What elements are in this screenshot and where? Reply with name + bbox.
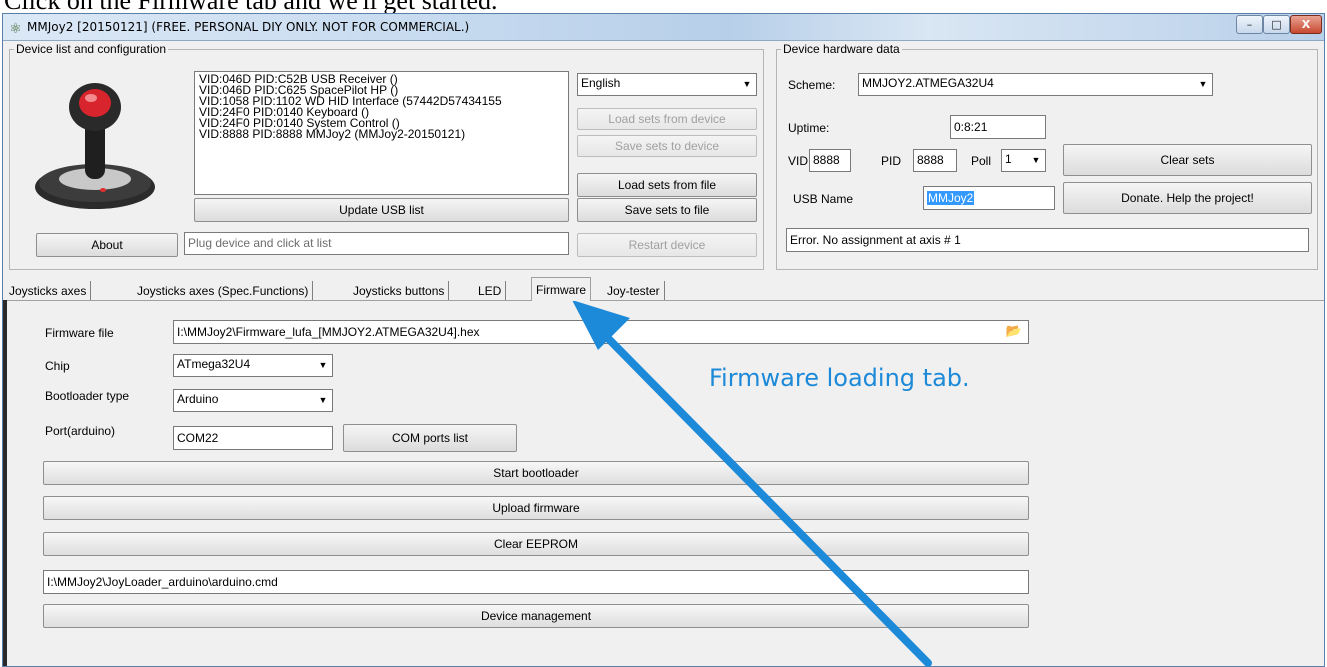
firmware-file-field[interactable]: I:\MMJoy2\Firmware_lufa_[MMJOY2.ATMEGA32…: [173, 320, 1029, 344]
firmware-file-value: I:\MMJoy2\Firmware_lufa_[MMJOY2.ATMEGA32…: [177, 325, 480, 339]
list-item[interactable]: VID:8888 PID:8888 MMJoy2 (MMJoy2-2015012…: [199, 128, 564, 140]
restart-device-button[interactable]: Restart device: [577, 233, 757, 257]
tab-joysticks-axes-spec[interactable]: Joysticks axes (Spec.Functions): [133, 281, 314, 301]
hardware-data-group-title: Device hardware data: [781, 42, 902, 56]
maximize-button[interactable]: □: [1263, 15, 1290, 34]
save-sets-to-file-button[interactable]: Save sets to file: [577, 198, 757, 222]
load-sets-from-file-button[interactable]: Load sets from file: [577, 173, 757, 197]
chevron-down-icon[interactable]: ▼: [739, 75, 755, 94]
annotation-text: Firmware loading tab.: [709, 364, 970, 392]
language-value: English: [581, 76, 621, 90]
tab-firmware[interactable]: Firmware: [531, 277, 591, 301]
clear-eeprom-button[interactable]: Clear EEPROM: [43, 532, 1029, 556]
tab-strip: Joysticks axes Joysticks axes (Spec.Func…: [3, 277, 1324, 301]
loader-path-field[interactable]: I:\MMJoy2\JoyLoader_arduino\arduino.cmd: [43, 570, 1029, 594]
window-title: MMJoy2 [20150121] (FREE. PERSONAL DIY ON…: [27, 20, 470, 34]
port-field[interactable]: COM22: [173, 426, 333, 450]
language-select[interactable]: English ▼: [577, 73, 757, 96]
about-button[interactable]: About: [36, 233, 178, 257]
pid-field[interactable]: 8888: [913, 149, 957, 172]
poll-label: Poll: [971, 154, 992, 168]
chip-label: Chip: [45, 359, 70, 373]
upload-firmware-button[interactable]: Upload firmware: [43, 496, 1029, 520]
tab-joy-tester[interactable]: Joy-tester: [603, 281, 665, 301]
com-ports-list-button[interactable]: COM ports list: [343, 424, 517, 452]
uptime-label: Uptime:: [788, 121, 830, 135]
load-sets-from-device-button[interactable]: Load sets from device: [577, 108, 757, 130]
port-label: Port(arduino): [45, 424, 116, 438]
title-bar[interactable]: ⚛ MMJoy2 [20150121] (FREE. PERSONAL DIY …: [3, 14, 1324, 41]
device-status-field[interactable]: Plug device and click at list: [184, 232, 569, 255]
chevron-down-icon[interactable]: ▼: [315, 356, 331, 375]
poll-value: 1: [1005, 152, 1012, 166]
scheme-value: MMJOY2.ATMEGA32U4: [862, 76, 994, 90]
uptime-field[interactable]: 0:8:21: [950, 115, 1046, 139]
chip-select[interactable]: ATmega32U4 ▼: [173, 354, 333, 377]
chevron-down-icon[interactable]: ▼: [315, 391, 331, 410]
tab-joysticks-axes[interactable]: Joysticks axes: [5, 281, 92, 301]
chevron-down-icon[interactable]: ▼: [1028, 151, 1044, 170]
vid-label: VID: [788, 154, 809, 168]
bootloader-type-label: Bootloader type: [45, 389, 130, 403]
scheme-label: Scheme:: [788, 78, 836, 92]
pid-label: PID: [881, 154, 902, 168]
chip-value: ATmega32U4: [177, 357, 251, 371]
clear-sets-button[interactable]: Clear sets: [1063, 144, 1312, 176]
usb-name-value: MMJoy2: [927, 191, 975, 205]
device-config-group-title: Device list and configuration: [14, 42, 169, 56]
joystick-image: [35, 83, 155, 209]
panel-left-edge: [3, 300, 7, 666]
vid-field[interactable]: 8888: [809, 149, 851, 172]
scheme-select[interactable]: MMJOY2.ATMEGA32U4 ▼: [858, 73, 1213, 96]
donate-button[interactable]: Donate. Help the project!: [1063, 182, 1312, 214]
tab-led[interactable]: LED: [474, 281, 507, 301]
usb-name-label: USB Name: [793, 192, 854, 206]
error-field: Error. No assignment at axis # 1: [786, 228, 1309, 252]
mmjoy2-window: ⚛ MMJoy2 [20150121] (FREE. PERSONAL DIY …: [2, 13, 1325, 667]
save-sets-to-device-button[interactable]: Save sets to device: [577, 135, 757, 157]
bootloader-type-value: Arduino: [177, 392, 219, 406]
folder-open-icon[interactable]: 📂: [1006, 321, 1022, 341]
tab-joysticks-buttons[interactable]: Joysticks buttons: [349, 281, 450, 301]
device-management-button[interactable]: Device management: [43, 604, 1029, 628]
close-button[interactable]: X: [1290, 15, 1322, 34]
poll-select[interactable]: 1 ▼: [1001, 149, 1046, 172]
firmware-file-label: Firmware file: [45, 326, 114, 340]
bootloader-type-select[interactable]: Arduino ▼: [173, 389, 333, 412]
update-usb-list-button[interactable]: Update USB list: [194, 198, 569, 222]
joystick-icon: ⚛: [9, 20, 22, 36]
device-list[interactable]: VID:046D PID:C52B USB Receiver () VID:04…: [194, 71, 569, 195]
start-bootloader-button[interactable]: Start bootloader: [43, 461, 1029, 485]
usb-name-field[interactable]: MMJoy2: [923, 186, 1055, 210]
minimize-button[interactable]: –: [1236, 15, 1263, 34]
chevron-down-icon[interactable]: ▼: [1195, 75, 1211, 94]
